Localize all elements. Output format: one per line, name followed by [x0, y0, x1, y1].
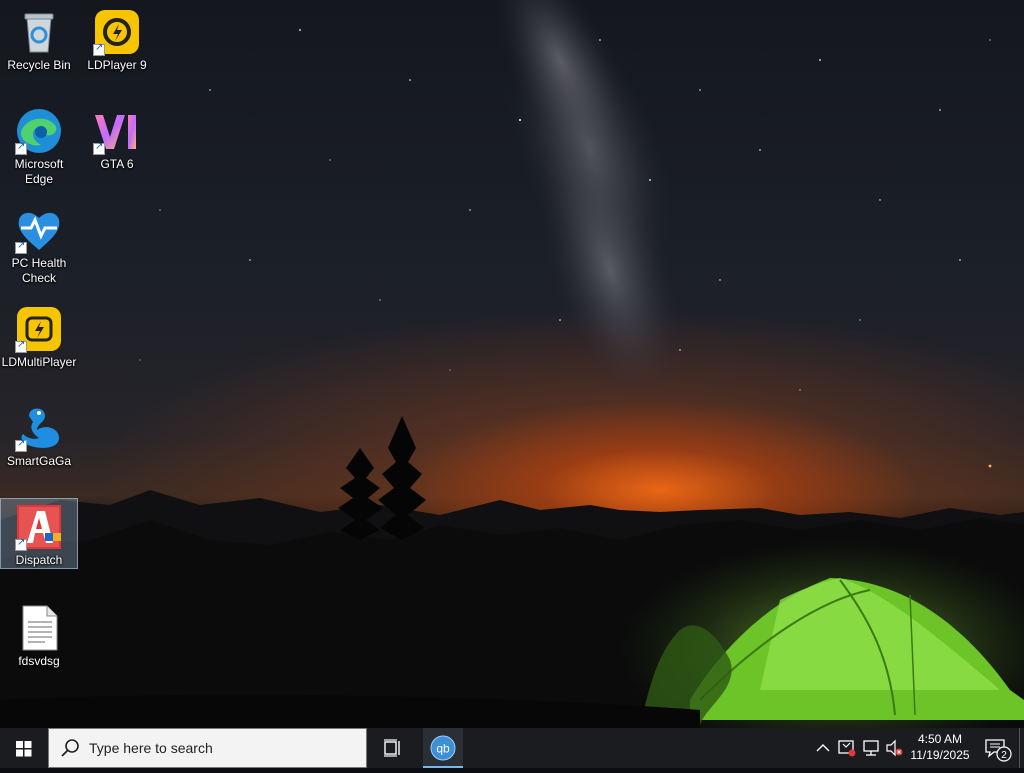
desktop-icon-label: SmartGaGa — [6, 454, 72, 468]
shortcut-arrow-icon — [15, 537, 27, 551]
desktop-icon-label: PC Health Check — [11, 256, 67, 285]
tray-security-icon-button[interactable] — [836, 728, 858, 768]
shortcut-arrow-icon — [93, 42, 105, 56]
shortcut-arrow-icon — [15, 339, 27, 353]
tray-volume-button[interactable] — [883, 728, 905, 768]
taskbar: Type here to search qb 4:50 AM 11/19/202… — [0, 728, 1024, 768]
desktop-icon-ldplayer[interactable]: LDPlayer 9 — [79, 4, 155, 76]
edge-icon — [15, 107, 63, 155]
desktop-icon-label: Dispatch — [15, 553, 63, 567]
desktop-icon-label: Recycle Bin — [7, 58, 71, 72]
qbittorrent-icon: qb — [430, 735, 456, 761]
ldmultiplayer-icon — [15, 305, 63, 353]
desktop-icon-label: LDMultiPlayer — [1, 355, 77, 369]
show-desktop-button[interactable] — [1019, 728, 1024, 768]
desktop-icon-pc-health-check[interactable]: PC Health Check — [1, 202, 77, 288]
ldplayer-icon — [93, 8, 141, 56]
desktop-icon-label: fdsvdsg — [18, 654, 60, 668]
desktop-icon-smartgaga[interactable]: SmartGaGa — [1, 400, 77, 472]
shortcut-arrow-icon — [15, 438, 27, 452]
show-hidden-icons-button[interactable] — [812, 728, 834, 768]
desktop-icon-dispatch[interactable]: Dispatch — [0, 498, 78, 569]
clock-date: 11/19/2025 — [910, 748, 970, 762]
security-alert-icon — [838, 740, 856, 757]
notification-icon: 2 — [985, 739, 1012, 762]
volume-muted-icon — [886, 739, 903, 757]
desktop-icon-label: GTA 6 — [100, 157, 134, 171]
desktop-icon-ldmultiplayer[interactable]: LDMultiPlayer — [1, 301, 77, 373]
network-icon — [863, 740, 879, 756]
taskbar-app-qbittorrent[interactable]: qb — [423, 728, 463, 768]
desktop-icon-edge[interactable]: Microsoft Edge — [1, 103, 77, 189]
taskbar-search-box[interactable]: Type here to search — [48, 728, 367, 768]
smartgaga-icon — [15, 404, 63, 452]
desktop-icon-label: Microsoft Edge — [14, 157, 64, 186]
dispatch-icon — [15, 503, 63, 551]
desktop-icon-gta6[interactable]: GTA 6 — [79, 103, 155, 175]
tray-network-button[interactable] — [860, 728, 882, 768]
desktop-icon-recycle-bin[interactable]: Recycle Bin — [1, 4, 77, 76]
task-view-icon — [384, 739, 400, 757]
shortcut-arrow-icon — [93, 141, 105, 155]
shortcut-arrow-icon — [15, 240, 27, 254]
action-center-button[interactable]: 2 — [980, 728, 1016, 768]
shortcut-arrow-icon — [15, 141, 27, 155]
recycle-bin-icon — [15, 8, 63, 56]
search-placeholder: Type here to search — [89, 740, 213, 756]
notification-count-badge: 2 — [1001, 750, 1007, 761]
taskbar-clock[interactable]: 4:50 AM 11/19/2025 — [904, 731, 976, 763]
text-file-icon — [15, 604, 63, 652]
windows-logo-icon — [16, 741, 32, 757]
gta6-icon — [93, 107, 141, 155]
task-view-button[interactable] — [372, 728, 412, 768]
clock-time: 4:50 AM — [917, 732, 963, 746]
pc-health-check-icon — [15, 206, 63, 254]
desktop-icon-label: LDPlayer 9 — [87, 58, 147, 72]
start-button[interactable] — [0, 728, 48, 768]
chevron-up-icon — [816, 744, 830, 752]
desktop-icon-fdsvdsg[interactable]: fdsvdsg — [1, 600, 77, 672]
qbittorrent-glyph-text: qb — [436, 742, 450, 756]
search-icon — [61, 739, 79, 757]
